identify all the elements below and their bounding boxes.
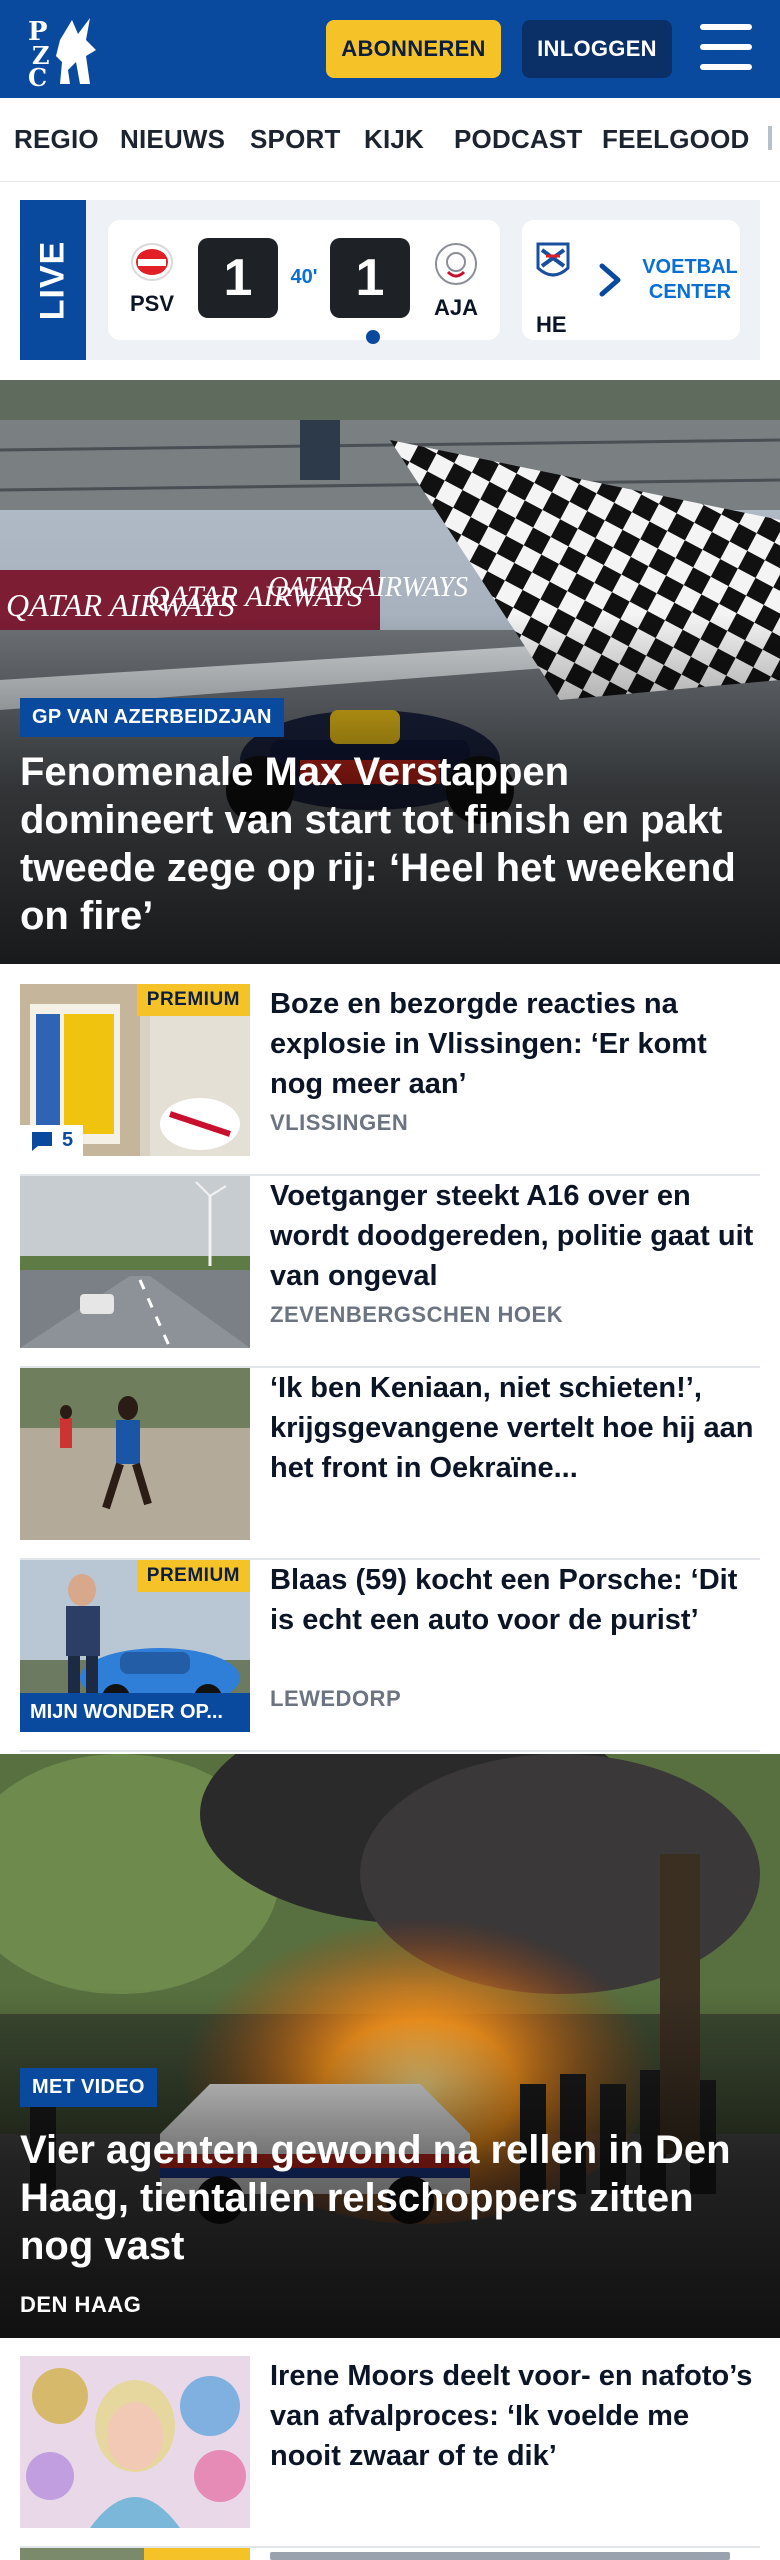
nav-item-regio[interactable]: REGIO	[14, 124, 99, 155]
pzc-logo[interactable]: P Z C	[20, 10, 120, 92]
premium-badge: PREMIUM	[136, 1560, 250, 1592]
live-label: LIVE	[20, 200, 86, 360]
hero-title[interactable]: Fenomenale Max Verstappen domineert van …	[20, 748, 760, 940]
live-scores-bar: LIVE PSV 1 40' 1 AJA HE VOETBAL CENTER	[20, 200, 760, 360]
article-title[interactable]: Blaas (59) kocht een Porsche: ‘Dit is ec…	[270, 1560, 760, 1640]
nav-item-sport[interactable]: SPORT	[250, 124, 341, 155]
article-title[interactable]: ‘Ik ben Keniaan, niet schieten!’, krijgs…	[270, 1368, 760, 1488]
comment-count[interactable]: 5	[20, 1125, 84, 1156]
live-indicator-dot	[366, 330, 380, 344]
hero-article-f1[interactable]: QATAR AIRWAYS QATAR AIRWAYS QATAR AIRWAY…	[0, 380, 780, 964]
article-thumbnail	[20, 1176, 250, 1348]
list-item[interactable]: Voetganger steekt A16 over en wordt dood…	[20, 1176, 760, 1368]
match-minute: 40'	[290, 266, 318, 288]
article-thumbnail	[20, 2356, 250, 2528]
series-label: MIJN WONDER OP...	[20, 1693, 250, 1732]
psv-crest-icon	[131, 243, 173, 281]
logo-mark-icon: P Z C	[28, 17, 96, 92]
away-club-name: AJA	[433, 295, 478, 320]
nav-item-podcast[interactable]: PODCAST	[454, 124, 583, 155]
banner-text-3: QATAR AIRWAYS	[268, 572, 468, 603]
chevron-right-icon[interactable]	[590, 258, 630, 302]
logo-letter-c: C	[28, 63, 47, 90]
live-match-card[interactable]: PSV 1 40' 1 AJA	[108, 220, 500, 344]
article-location: ZEVENBERGSCHEN HOEK	[270, 1302, 564, 1327]
logo-lion-shape	[56, 18, 96, 84]
home-score: 1	[198, 238, 278, 318]
list-item[interactable]: ‘Ik ben Keniaan, niet schieten!’, krijgs…	[20, 1368, 760, 1560]
site-header: P Z C ABONNEREN INLOGGEN	[0, 0, 780, 98]
thumb-image-highway	[20, 1176, 250, 1348]
article-title[interactable]: Irene Moors deelt voor- en nafoto’s van …	[270, 2356, 760, 2476]
thumb-image-runner	[20, 1368, 250, 1540]
comment-count-value: 5	[62, 1129, 74, 1151]
nav-overflow-hint	[768, 126, 772, 150]
article-location: VLISSINGEN	[270, 1110, 409, 1135]
partial-premium-badge	[144, 2548, 250, 2560]
heerenveen-crest-icon	[536, 242, 570, 277]
nav-item-feelgood[interactable]: FEELGOOD	[602, 124, 750, 155]
section-nav: REGIO NIEUWS SPORT KIJK PODCAST FEELGOOD	[0, 98, 780, 182]
away-club: AJA	[426, 242, 486, 321]
article-location: LEWEDORP	[270, 1686, 402, 1711]
list-item[interactable]: Irene Moors deelt voor- en nafoto’s van …	[20, 2356, 760, 2548]
article-thumbnail: PREMIUM 5	[20, 984, 250, 1156]
nav-item-nieuws[interactable]: NIEUWS	[120, 124, 225, 155]
hero-location: DEN HAAG	[20, 2292, 142, 2317]
list-item[interactable]: PREMIUM MIJN WONDER OP... Blaas (59) koc…	[20, 1560, 760, 1752]
article-thumbnail	[20, 1368, 250, 1540]
nav-item-kijk[interactable]: KIJK	[364, 124, 424, 155]
voetbal-center-button[interactable]: VOETBAL CENTER	[640, 220, 740, 340]
home-club: PSV	[122, 242, 182, 317]
hero-article-riots[interactable]: MET VIDEO Vier agenten gewond na rellen …	[0, 1754, 780, 2338]
comment-icon	[32, 1131, 52, 1151]
article-title[interactable]: Boze en bezorgde reacties na explosie in…	[270, 984, 760, 1104]
hero-tag: MET VIDEO	[20, 2068, 157, 2107]
hamburger-icon[interactable]	[700, 24, 752, 72]
article-thumbnail: PREMIUM MIJN WONDER OP...	[20, 1560, 250, 1732]
list-item-partial[interactable]	[20, 2548, 760, 2560]
ajax-crest-icon	[435, 243, 477, 285]
article-title[interactable]: Voetganger steekt A16 over en wordt dood…	[270, 1176, 760, 1296]
login-button[interactable]: INLOGGEN	[522, 20, 672, 78]
list-item[interactable]: PREMIUM 5 Boze en bezorgde reacties na e…	[20, 984, 760, 1176]
subscribe-button[interactable]: ABONNEREN	[326, 20, 501, 78]
thumb-image-irene	[20, 2356, 250, 2528]
partial-title	[270, 2552, 730, 2560]
away-score: 1	[330, 238, 410, 318]
home-club-name: PSV	[129, 291, 175, 316]
hero-title[interactable]: Vier agenten gewond na rellen in Den Haa…	[20, 2126, 760, 2270]
premium-badge: PREMIUM	[136, 984, 250, 1016]
hero-tag: GP VAN AZERBEIDZJAN	[20, 698, 284, 737]
next-club-name: HE	[536, 312, 567, 337]
